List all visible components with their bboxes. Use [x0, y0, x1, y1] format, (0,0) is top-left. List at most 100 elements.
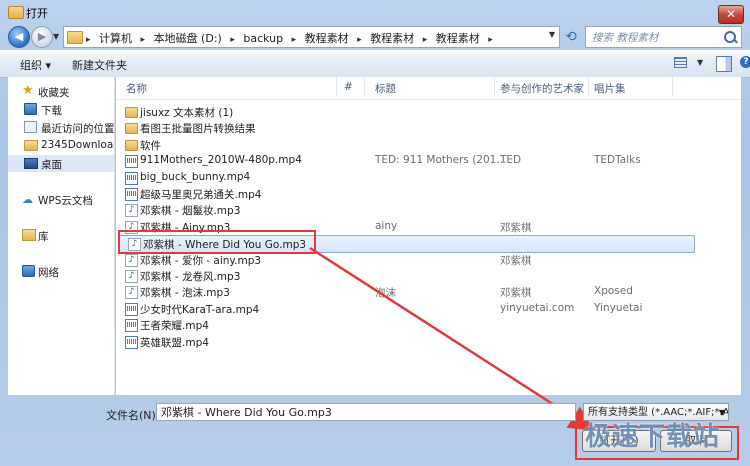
network-icon — [22, 265, 35, 277]
column-artist[interactable]: 参与创作的艺术家 — [500, 81, 584, 96]
file-row[interactable]: ♪ 邓紫棋 - 烟鬣妆.mp3 — [116, 202, 716, 218]
highlight-box-selected-file — [118, 230, 316, 254]
audio-file-icon: ♪ — [125, 286, 138, 300]
crumb-folder-1[interactable]: 教程素材 — [305, 32, 349, 45]
column-title[interactable]: 标题 — [375, 81, 396, 96]
file-album: Xposed — [594, 285, 633, 298]
file-name: 邓紫棋 - 泡沫.mp3 — [140, 287, 230, 300]
video-file-icon — [125, 155, 138, 169]
help-icon[interactable]: ? — [740, 56, 750, 68]
file-row[interactable]: ♪ 邓紫棋 - 泡沫.mp3 泡沫 邓紫棋 Xposed — [116, 284, 716, 300]
file-name: 英雄联盟.mp4 — [140, 336, 209, 349]
address-bar[interactable]: ▸ 计算机 ▸ 本地磁盘 (D:) ▸ backup ▸ 教程素材 ▸ 教程素材… — [63, 26, 560, 48]
folder-icon — [24, 140, 38, 151]
download-icon — [24, 103, 37, 115]
view-options-icon[interactable] — [672, 55, 688, 69]
file-title: 泡沫 — [375, 287, 396, 300]
video-file-icon — [125, 302, 138, 316]
chevron-right-icon[interactable]: ▸ — [488, 35, 493, 45]
filename-input[interactable]: 邓紫棋 - Where Did You Go.mp3 — [156, 403, 576, 421]
video-file-icon — [125, 319, 138, 333]
organize-menu[interactable]: 组织 ▾ — [20, 57, 51, 73]
column-album[interactable]: 唱片集 — [594, 81, 626, 96]
file-title: ainy — [375, 219, 398, 232]
nav-2345downloads[interactable]: 2345Downloads — [8, 137, 114, 154]
watermark-text: 极速下载站 — [585, 422, 721, 452]
file-row[interactable]: 英雄联盟.mp4 — [116, 334, 716, 350]
new-folder-button[interactable]: 新建文件夹 — [72, 57, 127, 73]
column-name[interactable]: 名称 — [126, 81, 147, 96]
nav-desktop[interactable]: 桌面 — [8, 155, 114, 172]
video-file-icon — [125, 335, 138, 349]
file-row[interactable]: jisuxz 文本素材 (1) — [116, 104, 716, 120]
nav-recent-places[interactable]: 最近访问的位置 — [8, 119, 114, 136]
address-row: ◀ ▶ ▼ ▸ 计算机 ▸ 本地磁盘 (D:) ▸ backup ▸ 教程素材 … — [0, 24, 750, 50]
chevron-right-icon[interactable]: ▸ — [230, 35, 235, 45]
file-album: TEDTalks — [594, 154, 641, 167]
cloud-icon: ☁ — [22, 193, 33, 206]
title-bar: 打开 ✕ — [0, 0, 750, 24]
column-divider[interactable] — [494, 77, 495, 97]
crumb-backup[interactable]: backup — [243, 32, 283, 45]
file-row[interactable]: 超级马里奥兄弟通关.mp4 — [116, 186, 716, 202]
crumb-drive-d[interactable]: 本地磁盘 (D:) — [154, 32, 222, 45]
nav-wps-cloud[interactable]: ☁ WPS云文档 — [8, 191, 114, 208]
audio-file-icon: ♪ — [125, 270, 138, 283]
file-name: 超级马里奥兄弟通关.mp4 — [140, 189, 262, 201]
file-row[interactable]: ♪ 邓紫棋 - 龙卷风.mp3 — [116, 268, 716, 284]
column-divider[interactable] — [672, 77, 673, 97]
back-button[interactable]: ◀ — [8, 26, 30, 48]
file-row[interactable]: 软件 — [116, 137, 716, 153]
star-icon: ★ — [22, 83, 34, 98]
folder-icon — [125, 139, 138, 151]
close-button[interactable]: ✕ — [718, 5, 744, 24]
chevron-right-icon[interactable]: ▸ — [423, 35, 428, 45]
chevron-right-icon[interactable]: ▸ — [141, 35, 146, 45]
file-name: 软件 — [140, 139, 161, 152]
crumb-folder-2[interactable]: 教程素材 — [370, 32, 414, 45]
file-row[interactable]: big_buck_bunny.mp4 — [116, 170, 716, 186]
navigation-pane: ★ 收藏夹 下载 最近访问的位置 2345Downloads 桌面 ☁ WPS云… — [8, 77, 115, 395]
file-name: big_buck_bunny.mp4 — [140, 170, 251, 183]
history-dropdown-icon[interactable]: ▼ — [53, 32, 59, 41]
folder-icon — [125, 107, 138, 118]
search-icon[interactable] — [724, 31, 736, 43]
audio-file-icon: ♪ — [125, 253, 138, 267]
forward-button[interactable]: ▶ — [31, 26, 53, 48]
video-file-icon — [125, 188, 138, 201]
address-dropdown-icon[interactable]: ▼ — [549, 30, 555, 39]
file-row[interactable]: 看图王批量图片转换结果 — [116, 120, 716, 136]
file-name: jisuxz 文本素材 (1) — [140, 107, 234, 119]
desktop-icon — [24, 158, 38, 169]
search-input[interactable]: 搜索 教程素材 — [585, 26, 742, 48]
nav-network[interactable]: 网络 — [8, 263, 114, 280]
view-dropdown-icon[interactable]: ▼ — [697, 58, 703, 67]
crumb-folder-3[interactable]: 教程素材 — [436, 32, 480, 45]
file-artist: 邓紫棋 — [500, 221, 532, 234]
nav-favorites[interactable]: ★ 收藏夹 — [8, 83, 114, 100]
file-artist: 邓紫棋 — [500, 254, 532, 267]
nav-library[interactable]: 库 — [8, 227, 114, 244]
folder-icon — [125, 123, 138, 135]
open-file-dialog: 打开 ✕ ◀ ▶ ▼ ▸ 计算机 ▸ 本地磁盘 (D:) ▸ backup ▸ … — [0, 0, 750, 466]
file-name: 邓紫棋 - 烟鬣妆.mp3 — [140, 205, 241, 218]
column-divider[interactable] — [364, 77, 365, 97]
file-album: Yinyuetai — [594, 301, 643, 314]
file-row[interactable]: 王者荣耀.mp4 — [116, 317, 716, 333]
refresh-icon[interactable]: ⟲ — [562, 28, 580, 46]
file-row[interactable]: 911Mothers_2010W-480p.mp4 TED: 911 Mother… — [116, 153, 716, 169]
folder-icon — [67, 31, 83, 44]
file-row[interactable]: 少女时代KaraT-ara.mp4 yinyuetai.com Yinyuetai — [116, 301, 716, 317]
file-artist: yinyuetai.com — [500, 301, 575, 314]
file-name: 邓紫棋 - 龙卷风.mp3 — [140, 271, 241, 283]
nav-downloads[interactable]: 下载 — [8, 101, 114, 118]
column-divider[interactable] — [588, 77, 589, 97]
chevron-right-icon[interactable]: ▸ — [357, 35, 362, 45]
crumb-computer[interactable]: 计算机 — [99, 32, 132, 45]
column-divider[interactable] — [336, 77, 337, 97]
chevron-right-icon[interactable]: ▸ — [86, 35, 91, 45]
column-number[interactable]: # — [344, 81, 353, 93]
chevron-right-icon[interactable]: ▸ — [292, 35, 297, 45]
audio-file-icon: ♪ — [125, 204, 138, 218]
preview-pane-icon[interactable] — [716, 56, 732, 72]
